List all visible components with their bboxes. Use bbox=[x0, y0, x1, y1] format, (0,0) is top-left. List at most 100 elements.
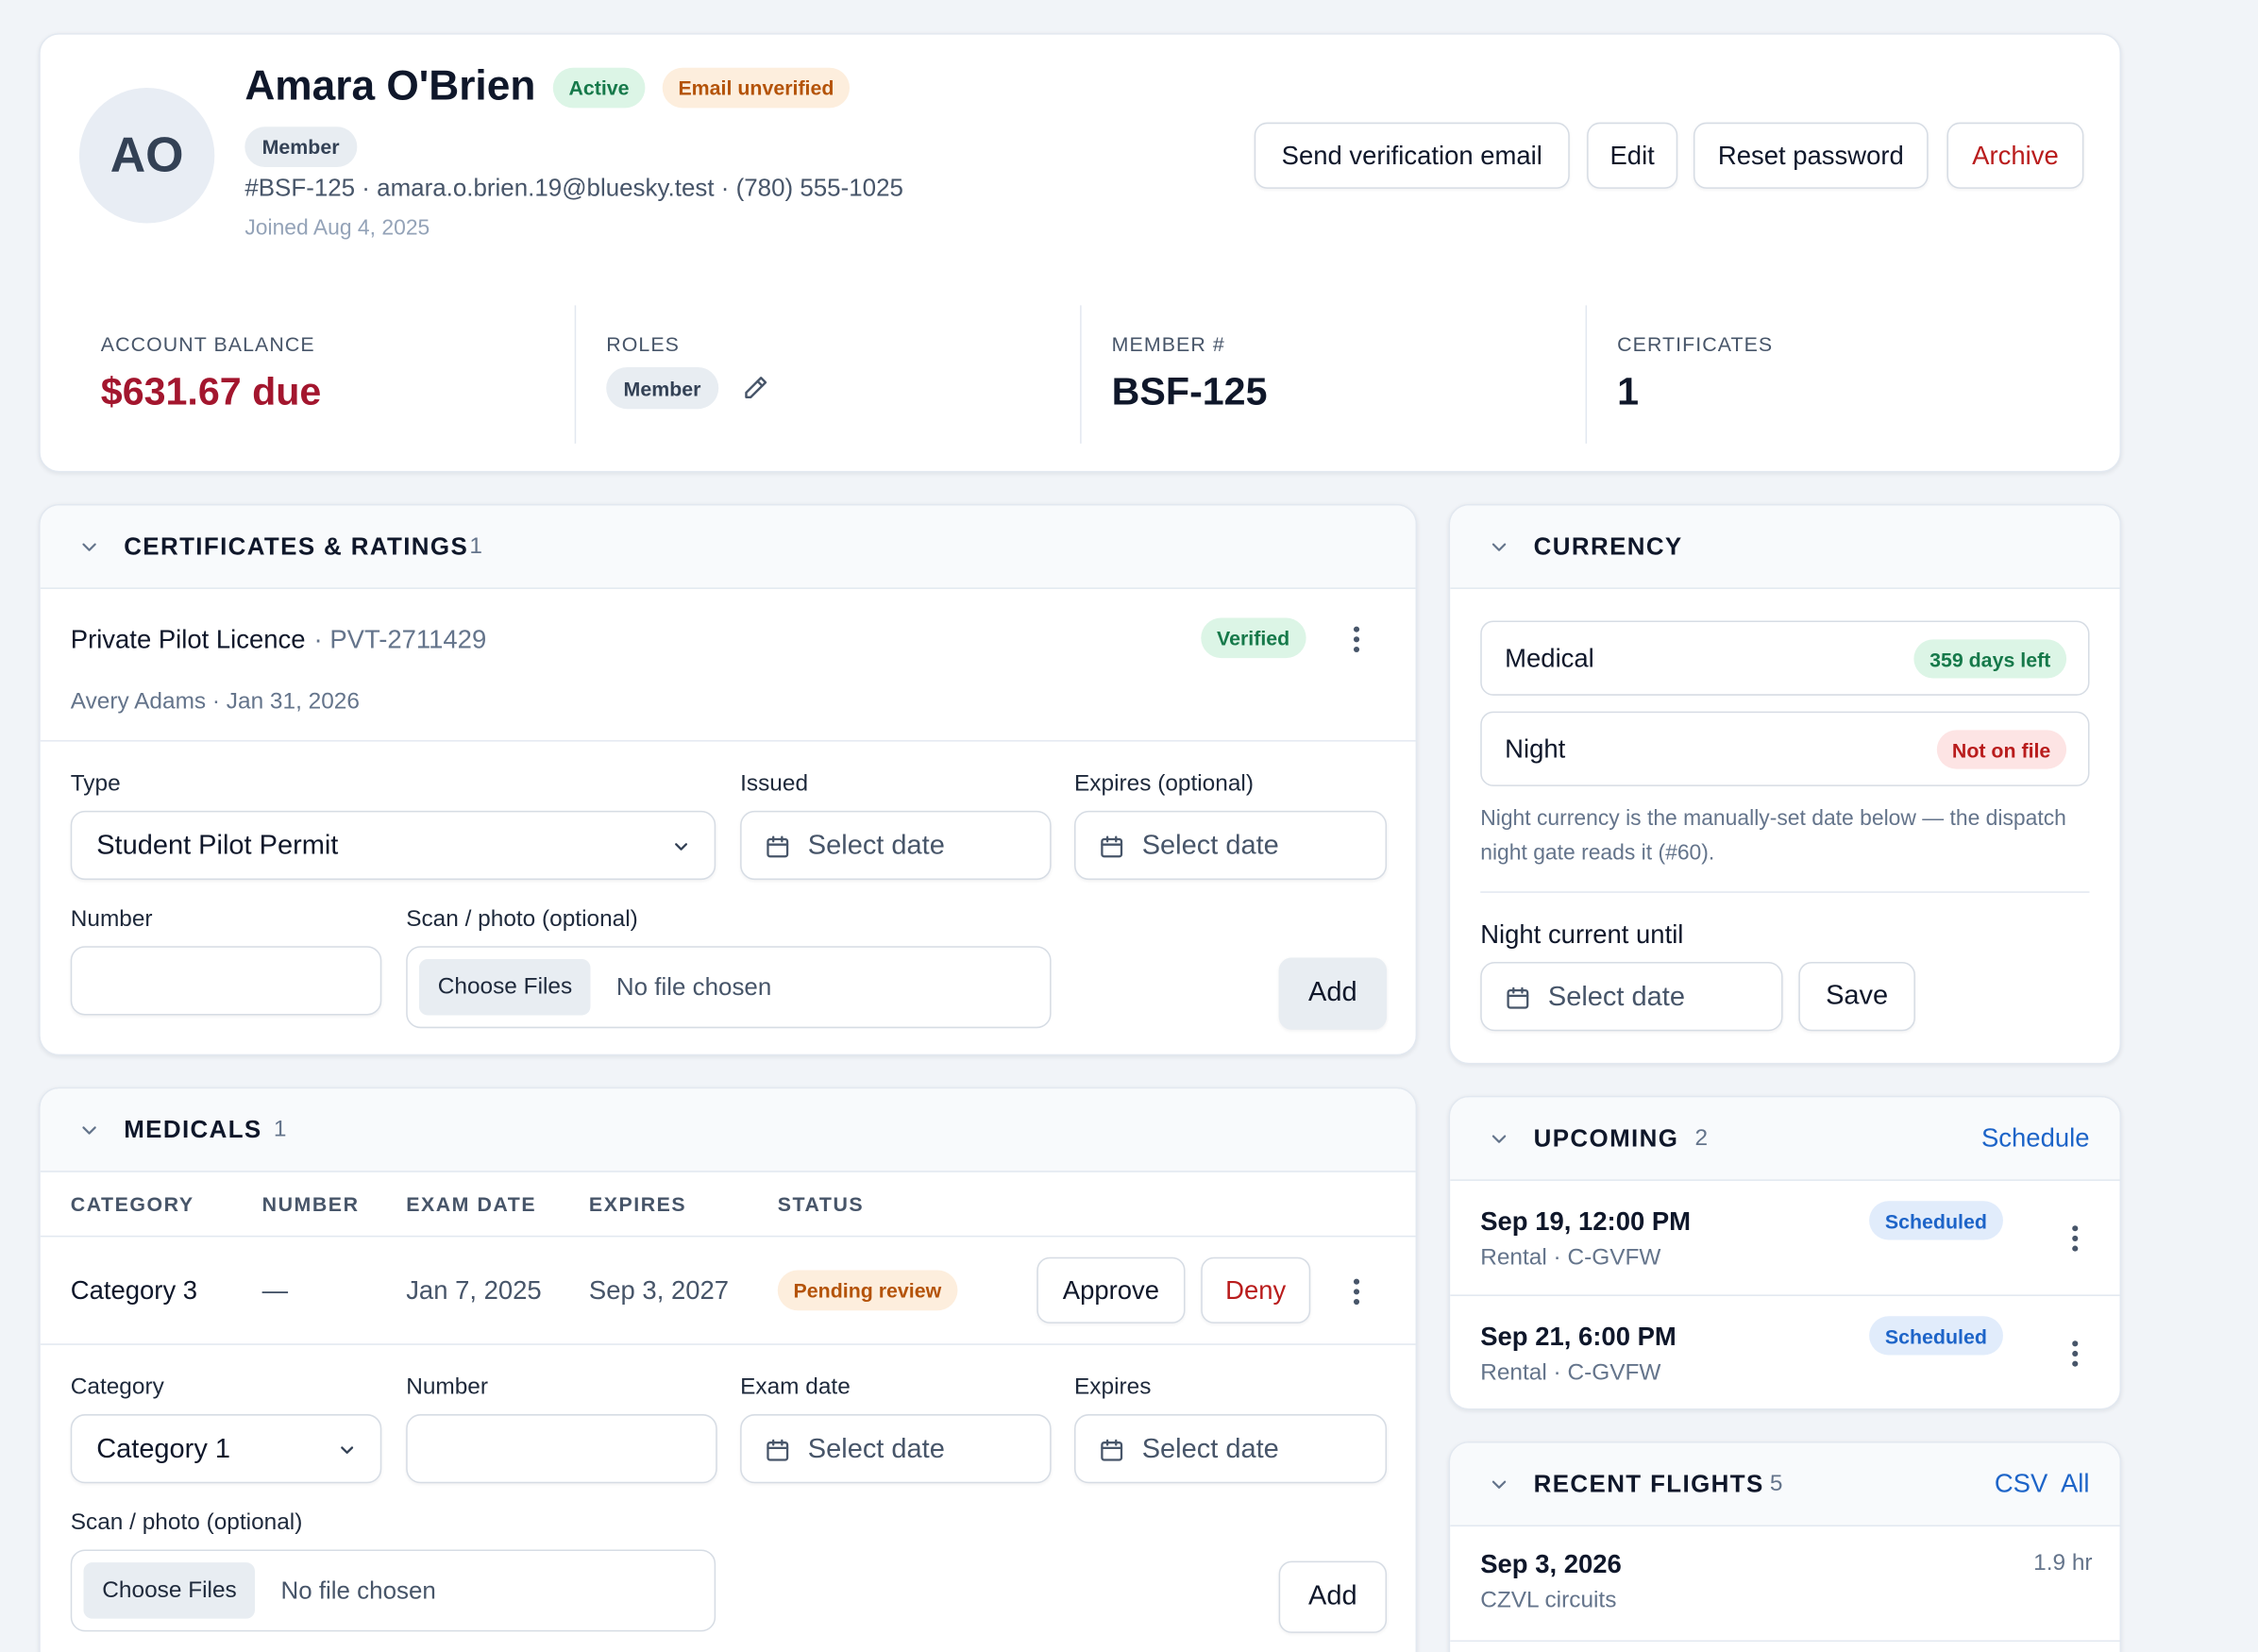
certificates-header[interactable]: CERTIFICATES & RATINGS 1 bbox=[40, 505, 1416, 589]
medicals-header[interactable]: MEDICALS 1 bbox=[40, 1088, 1416, 1172]
type-select[interactable]: Student Pilot Permit bbox=[70, 810, 716, 881]
exam-date-placeholder: Select date bbox=[807, 1434, 945, 1465]
chevron-down-icon[interactable] bbox=[1488, 535, 1510, 558]
certificate-scan-file-input[interactable]: Choose Files No file chosen bbox=[406, 946, 1052, 1029]
issued-label: Issued bbox=[740, 771, 809, 797]
certificate-form: Type Student Pilot Permit Issued Select … bbox=[40, 741, 1416, 1054]
add-certificate-button[interactable]: Add bbox=[1278, 957, 1388, 1030]
category-select[interactable]: Category 1 bbox=[70, 1414, 382, 1484]
expires-optional-label: Expires (optional) bbox=[1074, 771, 1254, 797]
approve-button[interactable]: Approve bbox=[1036, 1256, 1186, 1323]
chevron-down-icon[interactable] bbox=[1488, 1127, 1510, 1150]
section-title: UPCOMING bbox=[1533, 1124, 1679, 1153]
medical-expires: Sep 3, 2027 bbox=[588, 1275, 730, 1306]
night-current-until-input[interactable]: Select date bbox=[1480, 962, 1783, 1032]
verified-badge: Verified bbox=[1201, 617, 1306, 659]
choose-files-button[interactable]: Choose Files bbox=[418, 958, 592, 1016]
chevron-down-icon[interactable] bbox=[1488, 1474, 1510, 1496]
kebab-menu-icon[interactable] bbox=[2071, 1225, 2080, 1255]
save-button[interactable]: Save bbox=[1798, 962, 1915, 1032]
section-title: MEDICALS bbox=[124, 1116, 262, 1144]
medical-currency-label: Medical bbox=[1505, 643, 1594, 673]
category-select-value: Category 1 bbox=[96, 1434, 231, 1465]
expires-label: Expires bbox=[1074, 1374, 1152, 1400]
profile-card: AO Amara O'Brien Active Email unverified… bbox=[39, 33, 2122, 473]
add-medical-button[interactable]: Add bbox=[1278, 1560, 1388, 1633]
deny-button[interactable]: Deny bbox=[1201, 1256, 1311, 1323]
list-item[interactable]: Sep 3, 2026 CZVL circuits 1.9 hr bbox=[1450, 1526, 2120, 1643]
calendar-icon bbox=[1507, 986, 1529, 1009]
number-label: Number bbox=[70, 907, 153, 932]
section-title: CURRENCY bbox=[1533, 532, 1683, 561]
certificate-number-input[interactable] bbox=[70, 946, 382, 1016]
edit-button[interactable]: Edit bbox=[1587, 122, 1678, 189]
medical-expires-placeholder: Select date bbox=[1141, 1434, 1279, 1465]
night-current-until-label: Night current until bbox=[1480, 919, 1684, 950]
avatar: AO bbox=[78, 88, 215, 224]
upcoming-header[interactable]: UPCOMING 2 Schedule bbox=[1450, 1097, 2120, 1181]
stats-row: ACCOUNT BALANCE $631.67 due ROLES Member… bbox=[71, 305, 2093, 444]
chevron-down-icon bbox=[675, 843, 688, 851]
certificate-number: · PVT-2711429 bbox=[313, 625, 487, 654]
all-flights-link[interactable]: All bbox=[2061, 1469, 2090, 1499]
night-date-placeholder: Select date bbox=[1547, 982, 1685, 1013]
no-file-chosen: No file chosen bbox=[615, 973, 772, 1002]
list-item[interactable]: Sep 19, 12:00 PM Rental · C-GVFW Schedul… bbox=[1450, 1181, 2120, 1296]
role-chip: Member bbox=[244, 126, 357, 167]
kebab-menu-icon[interactable] bbox=[1352, 1278, 1360, 1308]
medical-expires-input[interactable]: Select date bbox=[1074, 1414, 1388, 1484]
list-item[interactable]: Sep 21, 6:00 PM Rental · C-GVFW Schedule… bbox=[1450, 1296, 2119, 1408]
profile-title-row: Amara O'Brien Active Email unverified bbox=[244, 63, 851, 110]
balance-value: $631.67 due bbox=[100, 370, 322, 413]
medical-scan-file-input[interactable]: Choose Files No file chosen bbox=[70, 1549, 716, 1632]
stat-label: ACCOUNT BALANCE bbox=[100, 332, 315, 356]
column-header: STATUS bbox=[777, 1192, 865, 1216]
stat-roles: ROLES Member bbox=[576, 305, 1082, 444]
medical-number-input[interactable] bbox=[406, 1414, 717, 1484]
medical-number: — bbox=[261, 1275, 289, 1306]
column-header: EXPIRES bbox=[588, 1192, 687, 1216]
certificate-name: Private Pilot Licence bbox=[70, 625, 306, 654]
booking-time: Sep 21, 6:00 PM bbox=[1480, 1322, 1677, 1351]
reset-password-button[interactable]: Reset password bbox=[1693, 122, 1929, 189]
flight-hours: 1.9 hr bbox=[2033, 1550, 2093, 1576]
chevron-down-icon[interactable] bbox=[77, 1119, 100, 1141]
send-verification-email-button[interactable]: Send verification email bbox=[1254, 122, 1570, 189]
medical-form: Category Category 1 Number Exam date Sel… bbox=[41, 1345, 1416, 1652]
table-row: Category 3 — Jan 7, 2025 Sep 3, 2027 Pen… bbox=[40, 1237, 1416, 1345]
email-unverified-badge: Email unverified bbox=[662, 66, 851, 108]
kebab-menu-icon[interactable] bbox=[1352, 626, 1360, 656]
stat-member-number: MEMBER # BSF-125 bbox=[1082, 305, 1588, 444]
night-currency-row: Night Not on file bbox=[1480, 711, 2090, 786]
certificate-subline: Avery Adams · Jan 31, 2026 bbox=[70, 689, 360, 715]
expires-date-input[interactable]: Select date bbox=[1074, 810, 1388, 881]
type-label: Type bbox=[70, 771, 121, 797]
certificates-count-value: 1 bbox=[1617, 370, 1640, 413]
column-header: CATEGORY bbox=[70, 1192, 194, 1216]
calendar-icon bbox=[767, 1439, 789, 1461]
exam-date-input[interactable]: Select date bbox=[740, 1414, 1052, 1484]
issued-date-input[interactable]: Select date bbox=[740, 810, 1052, 881]
recent-flights-header[interactable]: RECENT FLIGHTS 5 CSV All bbox=[1450, 1442, 2120, 1527]
medicals-table-header: CATEGORY NUMBER EXAM DATE EXPIRES STATUS bbox=[40, 1172, 1416, 1238]
currency-section: CURRENCY Medical 359 days left Night Not… bbox=[1448, 503, 2122, 1065]
pending-review-badge: Pending review bbox=[777, 1270, 958, 1311]
medical-exam-date: Jan 7, 2025 bbox=[406, 1275, 542, 1306]
currency-header[interactable]: CURRENCY bbox=[1450, 505, 2120, 589]
joined-date: Joined Aug 4, 2025 bbox=[244, 215, 430, 241]
page-root: AO Amara O'Brien Active Email unverified… bbox=[0, 0, 2258, 1652]
chevron-down-icon[interactable] bbox=[77, 535, 100, 558]
kebab-menu-icon[interactable] bbox=[2071, 1340, 2080, 1370]
night-currency-label: Night bbox=[1505, 734, 1566, 764]
flight-date: Sep 3, 2026 bbox=[1480, 1549, 1622, 1578]
stat-account-balance: ACCOUNT BALANCE $631.67 due bbox=[71, 305, 577, 444]
pencil-icon[interactable] bbox=[742, 375, 769, 402]
section-count: 5 bbox=[1769, 1472, 1783, 1496]
type-select-value: Student Pilot Permit bbox=[96, 831, 339, 862]
csv-link[interactable]: CSV bbox=[1995, 1469, 2047, 1499]
roles-chip: Member bbox=[606, 367, 718, 410]
choose-files-button[interactable]: Choose Files bbox=[83, 1562, 256, 1619]
archive-button[interactable]: Archive bbox=[1946, 122, 2084, 189]
schedule-link[interactable]: Schedule bbox=[1981, 1123, 2090, 1154]
certificate-item: Private Pilot Licence · PVT-2711429 Veri… bbox=[40, 589, 1416, 742]
